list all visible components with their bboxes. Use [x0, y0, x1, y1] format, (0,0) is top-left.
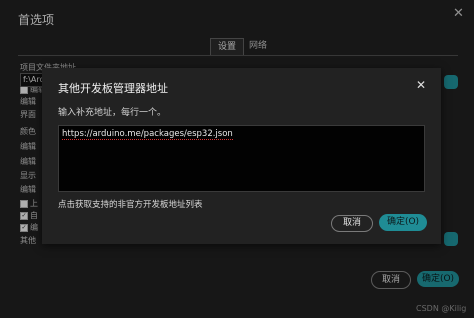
- unofficial-boards-link[interactable]: 点击获取支持的非官方开发板地址列表: [58, 198, 203, 210]
- board-urls-textarea[interactable]: https://arduino.me/packages/esp32.json: [58, 125, 425, 192]
- dialog-ok-button[interactable]: 确定(O): [379, 214, 427, 231]
- dialog-title: 其他开发板管理器地址: [58, 82, 168, 95]
- board-manager-urls-dialog: 其他开发板管理器地址 ✕ 输入补充地址，每行一个。 https://arduin…: [42, 68, 441, 244]
- dialog-cancel-button[interactable]: 取消: [331, 215, 373, 232]
- dialog-hint: 输入补充地址，每行一个。: [58, 108, 167, 118]
- board-url-line: https://arduino.me/packages/esp32.json: [62, 129, 233, 140]
- dialog-close-icon[interactable]: ✕: [416, 78, 426, 92]
